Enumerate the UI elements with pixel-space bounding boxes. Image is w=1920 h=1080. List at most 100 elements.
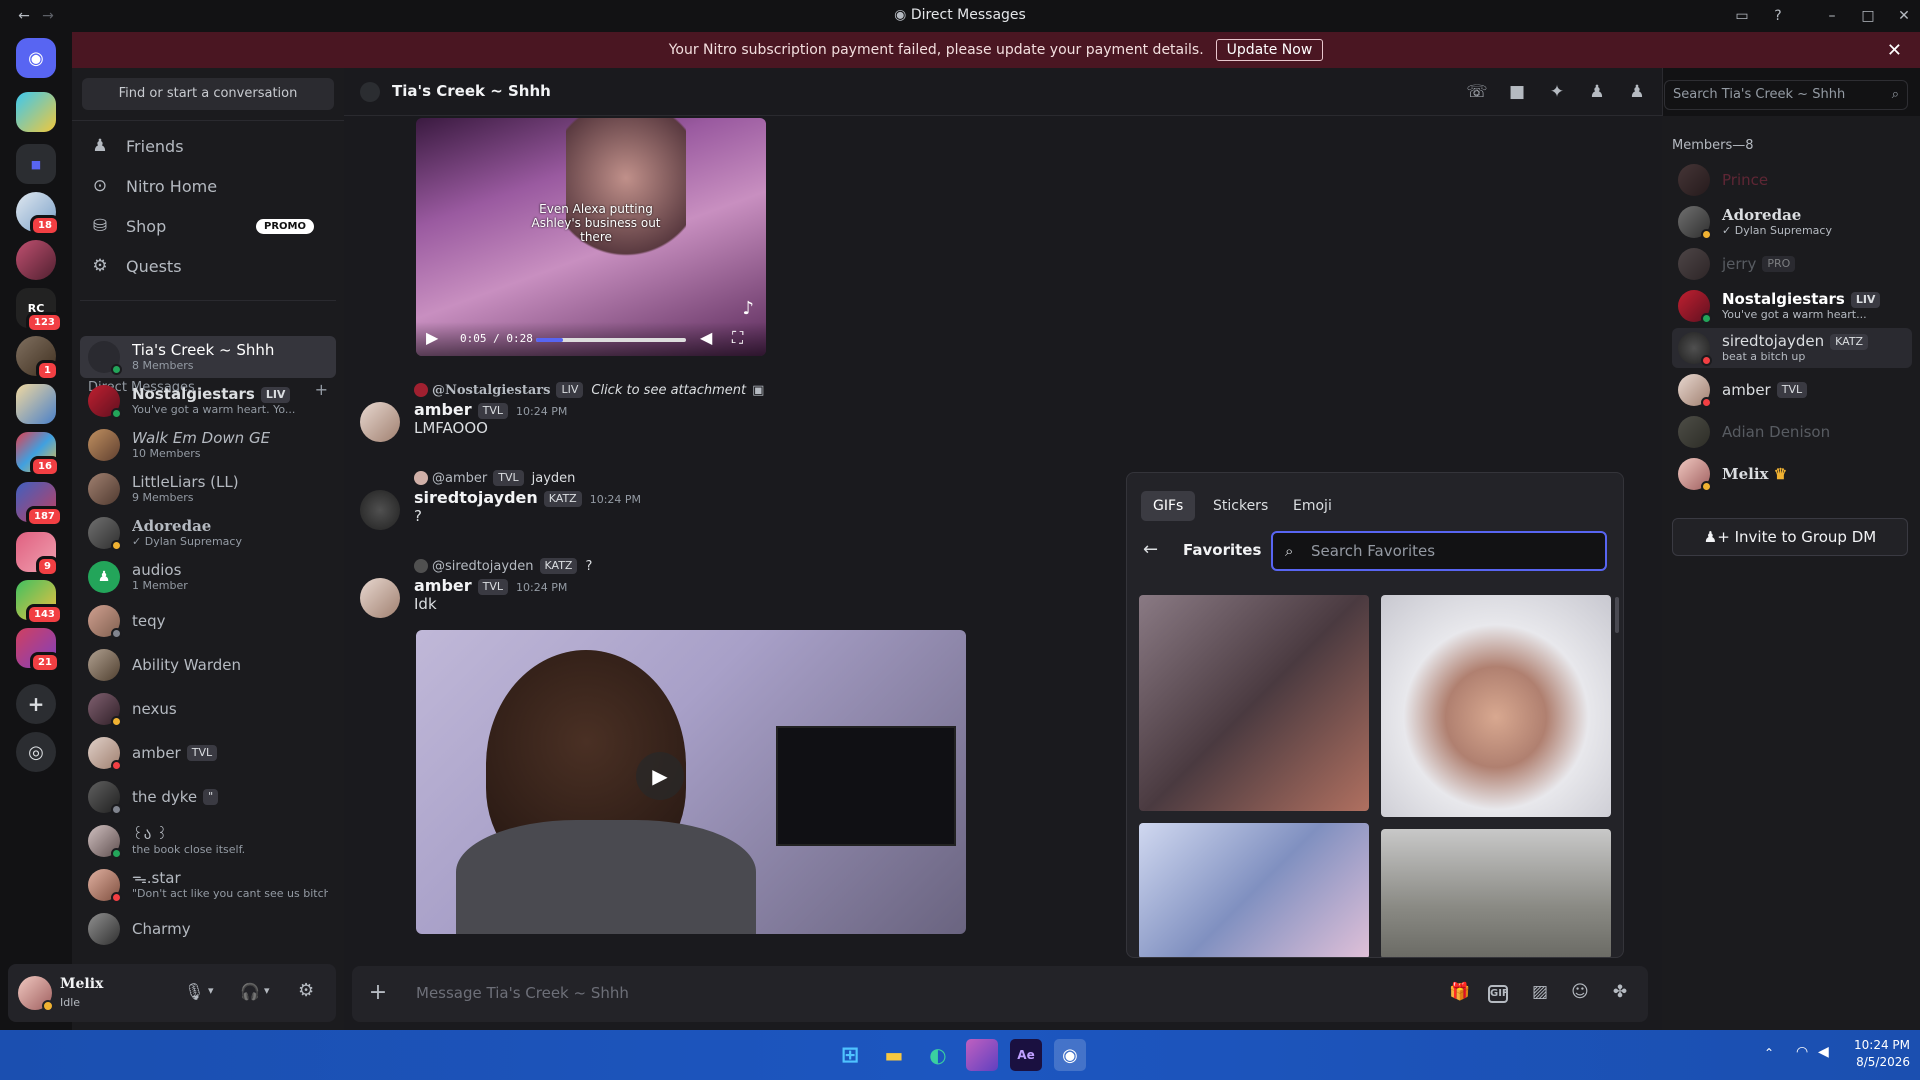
- wifi-icon[interactable]: ◠: [1796, 1044, 1808, 1060]
- reply-preview[interactable]: @amber TVL jayden: [414, 470, 641, 486]
- app-icon[interactable]: [966, 1039, 998, 1071]
- reply-preview[interactable]: @siredtojayden KATZ?: [414, 558, 592, 574]
- favorite-gif[interactable]: [1381, 829, 1611, 957]
- dm-item[interactable]: ♟ audios 1 Member: [80, 556, 336, 598]
- dm-item[interactable]: Nostalgiestars LIV You've got a warm heart…: [80, 380, 336, 422]
- microphone-icon[interactable]: 🎙: [184, 982, 204, 1001]
- find-conversation-button[interactable]: Find or start a conversation: [82, 78, 334, 110]
- message-author[interactable]: siredtojayden: [414, 488, 538, 507]
- dm-item[interactable]: amber TVL: [80, 732, 336, 774]
- avatar: [88, 913, 120, 945]
- volume-icon[interactable]: ◀: [700, 328, 712, 347]
- dm-item[interactable]: Walk Em Down GE 10 Members: [80, 424, 336, 466]
- edge-browser-icon[interactable]: ◐: [922, 1039, 954, 1071]
- dm-item[interactable]: ꒰ა ꒱ the book close itself.: [80, 820, 336, 862]
- dm-item[interactable]: Ability Warden: [80, 644, 336, 686]
- member-item[interactable]: Prince: [1672, 160, 1912, 200]
- video-attachment[interactable]: ▶: [416, 630, 966, 934]
- avatar[interactable]: [18, 976, 54, 1012]
- discover-button[interactable]: ◎: [16, 732, 56, 772]
- back-arrow-icon[interactable]: ←: [1143, 539, 1158, 560]
- scrollbar[interactable]: [1615, 597, 1619, 633]
- dm-item[interactable]: the dyke ": [80, 776, 336, 818]
- member-item[interactable]: amber TVL: [1672, 370, 1912, 410]
- favorite-gif[interactable]: [1139, 595, 1369, 811]
- nitro-icon: ⊙: [92, 176, 108, 196]
- unread-badge: 18: [30, 215, 60, 236]
- apps-icon[interactable]: ✤: [1608, 982, 1632, 1006]
- dm-item[interactable]: teqy: [80, 600, 336, 642]
- headphones-icon[interactable]: 🎧: [240, 982, 260, 1001]
- favorite-gif[interactable]: [1139, 823, 1369, 957]
- home-button[interactable]: ◉: [16, 38, 56, 78]
- member-item[interactable]: Nostalgiestars LIV You've got a warm heart…: [1672, 286, 1912, 326]
- member-item[interactable]: siredtojayden KATZ beat a bitch up: [1672, 328, 1912, 368]
- message-author[interactable]: amber: [414, 400, 472, 419]
- folder-icon[interactable]: ■: [16, 144, 56, 184]
- add-attachment-icon[interactable]: +: [366, 980, 390, 1005]
- avatar[interactable]: [360, 402, 400, 442]
- dm-item[interactable]: Adoredae ✓ Dylan Supremacy: [80, 512, 336, 554]
- minimize-icon[interactable]: –: [1822, 6, 1842, 26]
- dm-item[interactable]: Charmy: [80, 908, 336, 950]
- nav-nitro-home[interactable]: ⊙ Nitro Home: [88, 168, 336, 204]
- member-item[interactable]: jerry PRO: [1672, 244, 1912, 284]
- add-friends-icon[interactable]: ♟: [1586, 82, 1608, 104]
- search-favorites-input[interactable]: ⌕ Search Favorites: [1271, 531, 1607, 571]
- dm-item[interactable]: LittleLiars (LL) 9 Members: [80, 468, 336, 510]
- close-window-icon[interactable]: ✕: [1894, 6, 1914, 26]
- voice-call-icon[interactable]: ☏: [1466, 82, 1488, 104]
- video-call-icon[interactable]: ■: [1506, 82, 1528, 104]
- server-icon[interactable]: [16, 92, 56, 132]
- start-button[interactable]: ⊞: [834, 1039, 866, 1071]
- play-icon[interactable]: ▶: [426, 328, 438, 347]
- close-icon[interactable]: ✕: [1887, 40, 1902, 61]
- gift-icon[interactable]: 🎁: [1448, 982, 1472, 1006]
- after-effects-icon[interactable]: Ae: [1010, 1039, 1042, 1071]
- message-input[interactable]: Message Tia's Creek ~ Shhh: [416, 984, 629, 1002]
- nav-quests[interactable]: ⚙ Quests: [88, 248, 336, 284]
- avatar[interactable]: [360, 490, 400, 530]
- add-server-button[interactable]: +: [16, 684, 56, 724]
- chevron-down-icon[interactable]: ▾: [264, 984, 270, 997]
- pinned-messages-icon[interactable]: ✦: [1546, 82, 1568, 104]
- tab-emoji[interactable]: Emoji: [1281, 491, 1344, 521]
- gif-icon[interactable]: GIF: [1488, 985, 1509, 1003]
- member-item[interactable]: Adian Denison: [1672, 412, 1912, 452]
- member-item[interactable]: Adoredae ✓ Dylan Supremacy: [1672, 202, 1912, 242]
- invite-group-dm-button[interactable]: ♟+ Invite to Group DM: [1672, 518, 1908, 556]
- discord-taskbar-icon[interactable]: ◉: [1054, 1039, 1086, 1071]
- server-icon[interactable]: [16, 240, 56, 280]
- message-author[interactable]: amber: [414, 576, 472, 595]
- avatar[interactable]: [360, 578, 400, 618]
- dm-item[interactable]: ᯓ.star "Don't act like you cant see us bi…: [80, 864, 336, 906]
- tab-gifs[interactable]: GIFs: [1141, 491, 1196, 521]
- reply-preview[interactable]: @Nostalgiestars LIV Click to see attachmen…: [414, 382, 764, 398]
- server-icon[interactable]: [16, 384, 56, 424]
- tab-stickers[interactable]: Stickers: [1201, 491, 1280, 521]
- chevron-up-icon[interactable]: ⌃: [1764, 1046, 1774, 1060]
- emoji-icon[interactable]: ☺: [1568, 982, 1592, 1006]
- dm-item[interactable]: Tia's Creek ~ Shhh 8 Members: [80, 336, 336, 378]
- video-attachment[interactable]: Even Alexa putting Ashley's business out…: [416, 118, 766, 356]
- fullscreen-icon[interactable]: ⛶: [732, 328, 743, 348]
- sticker-icon[interactable]: ▨: [1528, 982, 1552, 1006]
- member-list-icon[interactable]: ♟: [1626, 82, 1648, 104]
- favorite-gif[interactable]: [1381, 595, 1611, 817]
- play-button[interactable]: ▶: [636, 752, 684, 800]
- search-input[interactable]: Search Tia's Creek ~ Shhh ⌕: [1664, 80, 1908, 110]
- nav-friends[interactable]: ♟ Friends: [88, 128, 336, 164]
- speaker-icon[interactable]: ◀: [1818, 1044, 1829, 1060]
- file-explorer-icon[interactable]: ▬: [878, 1039, 910, 1071]
- maximize-icon[interactable]: □: [1858, 6, 1878, 26]
- member-item[interactable]: Melix ♛: [1672, 454, 1912, 494]
- dm-item[interactable]: nexus: [80, 688, 336, 730]
- video-progress[interactable]: [536, 338, 686, 342]
- update-now-button[interactable]: Update Now: [1215, 39, 1324, 61]
- clock[interactable]: 10:24 PM 8/5/2026: [1840, 1037, 1910, 1071]
- settings-gear-icon[interactable]: ⚙: [298, 980, 314, 1001]
- chevron-down-icon[interactable]: ▾: [208, 984, 214, 997]
- nav-shop[interactable]: ⛁ Shop PROMO: [88, 208, 336, 244]
- inbox-icon[interactable]: ▭: [1732, 6, 1752, 26]
- help-icon[interactable]: ?: [1768, 6, 1788, 26]
